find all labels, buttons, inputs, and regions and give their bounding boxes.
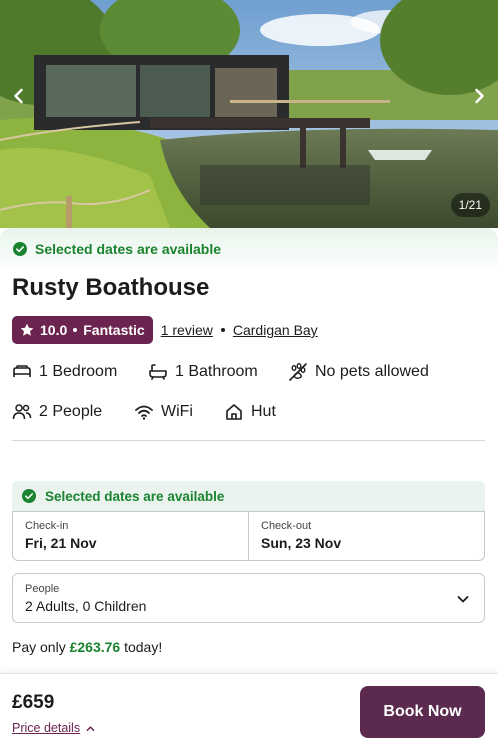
house-icon: [226, 404, 242, 420]
deposit-amount: £263.76: [69, 639, 121, 655]
gallery-counter: 1/21: [450, 193, 490, 217]
amenity-bathroom-label: 1 Bathroom: [175, 363, 258, 380]
separator-dot: [220, 328, 225, 332]
no-pets-icon: [289, 363, 307, 381]
availability-banner: Selected dates are available: [0, 228, 498, 272]
divider: [12, 440, 485, 441]
separator-dot: [73, 328, 78, 332]
booking-availability-text: Selected dates are available: [45, 488, 225, 504]
hero-image-gallery[interactable]: 1/21: [0, 0, 498, 228]
location-link[interactable]: Cardigan Bay: [233, 322, 318, 338]
total-price: £659: [12, 692, 55, 713]
rating-badge: 10.0 Fantastic: [12, 316, 153, 344]
book-now-button[interactable]: Book Now: [360, 686, 485, 738]
gallery-prev-button[interactable]: [6, 83, 32, 109]
chevron-right-icon: [475, 88, 484, 104]
gallery-next-button[interactable]: [466, 83, 492, 109]
reviews-link[interactable]: 1 review: [161, 322, 213, 338]
rating-score: 10.0: [40, 322, 68, 338]
amenity-people-label: 2 People: [39, 403, 103, 420]
wifi-icon: [135, 405, 153, 420]
checkin-value: Fri, 21 Nov: [25, 535, 97, 551]
amenity-wifi-label: WiFi: [161, 403, 193, 420]
amenity-pets-label: No pets allowed: [315, 363, 429, 380]
amenity-bedroom: 1 Bedroom: [12, 362, 117, 382]
availability-text: Selected dates are available: [35, 241, 221, 257]
price-details-link[interactable]: Price details: [12, 721, 95, 735]
rating-row: 10.0 Fantastic 1 review Cardigan Bay: [12, 316, 318, 344]
rating-label: Fantastic: [83, 322, 145, 338]
property-title: Rusty Boathouse: [12, 274, 210, 301]
amenity-people: 2 People: [12, 402, 102, 422]
checkout-field[interactable]: Check-out Sun, 23 Nov: [248, 512, 484, 560]
people-label: People: [25, 583, 60, 595]
booking-footer: £659 Price details Book Now: [0, 673, 498, 747]
amenity-bathroom: 1 Bathroom: [148, 362, 258, 382]
deposit-prefix: Pay only: [12, 639, 70, 655]
people-value: 2 Adults, 0 Children: [25, 598, 147, 614]
amenity-wifi: WiFi: [134, 402, 193, 422]
people-select[interactable]: People 2 Adults, 0 Children: [12, 573, 485, 623]
check-circle-icon: [13, 242, 27, 256]
deposit-note: Pay only £263.76 today!: [12, 639, 162, 655]
chevron-up-icon: [86, 725, 95, 731]
bathtub-icon: [149, 364, 167, 380]
checkout-label: Check-out: [261, 520, 312, 532]
deposit-suffix: today!: [120, 639, 163, 655]
chevron-down-icon: [457, 596, 469, 603]
booking-availability-banner: Selected dates are available: [12, 481, 485, 511]
check-circle-icon: [22, 489, 36, 503]
checkout-value: Sun, 23 Nov: [261, 535, 342, 551]
checkin-label: Check-in: [25, 520, 69, 532]
amenity-type-label: Hut: [251, 403, 276, 420]
price-details-label: Price details: [12, 721, 81, 735]
property-photo: [0, 0, 498, 228]
date-picker: Check-in Fri, 21 Nov Check-out Sun, 23 N…: [12, 511, 485, 561]
bed-icon: [13, 365, 31, 377]
amenity-pets: No pets allowed: [288, 362, 429, 382]
amenity-type: Hut: [224, 402, 276, 422]
checkin-field[interactable]: Check-in Fri, 21 Nov: [13, 512, 248, 560]
star-icon: [20, 323, 34, 336]
people-icon: [12, 404, 32, 420]
chevron-left-icon: [14, 88, 23, 104]
amenity-bedroom-label: 1 Bedroom: [39, 363, 118, 380]
